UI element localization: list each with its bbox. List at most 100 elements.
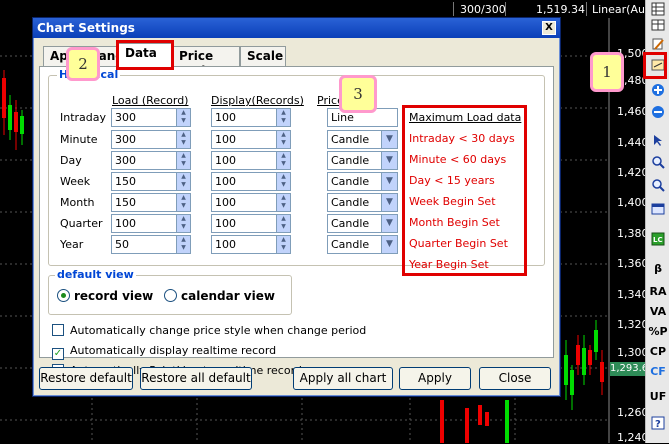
cursor-arrow-icon[interactable] [648, 131, 668, 149]
candle [14, 112, 18, 132]
spinner-icon[interactable]: ▲ ▼ [176, 152, 190, 169]
tab-price-style[interactable]: Price Style [172, 46, 240, 78]
restore-all-default-button[interactable]: Restore all default [140, 367, 252, 390]
magnify-plus-icon[interactable] [648, 153, 668, 171]
data-tab-panel: Historical Load (Record) Display(Records… [39, 66, 554, 377]
max-load-item: Year Begin Set [409, 258, 489, 271]
load-input-minute[interactable]: 300 ▲ ▼ [111, 130, 191, 149]
spinner-icon[interactable]: ▲ ▼ [176, 194, 190, 211]
auto-change-style-checkbox[interactable]: Automatically change price style when ch… [52, 324, 366, 337]
spinner-icon[interactable]: ▲ ▼ [276, 131, 290, 148]
cf-button[interactable]: CF [648, 362, 668, 380]
spinner-icon[interactable]: ▲ ▼ [176, 236, 190, 253]
price-select-quarter[interactable]: Candle ▼ [327, 214, 398, 233]
spinner-icon[interactable]: ▲ ▼ [276, 215, 290, 232]
close-button[interactable]: Close [479, 367, 551, 390]
spinner-icon[interactable]: ▲ ▼ [176, 173, 190, 190]
chevron-down-icon[interactable]: ▼ [381, 236, 397, 253]
candle [8, 105, 12, 130]
record-view-radio[interactable]: record view [57, 289, 153, 303]
calendar-view-radio[interactable]: calendar view [164, 289, 275, 303]
edit-pencil-icon[interactable] [648, 35, 668, 53]
chevron-down-icon[interactable]: ▼ [381, 215, 397, 232]
uf-button[interactable]: UF [648, 387, 668, 405]
callout-3: 3 [339, 75, 377, 113]
display-value: 100 [215, 196, 236, 209]
display-input-minute[interactable]: 100 ▲ ▼ [211, 130, 291, 149]
spinner-icon[interactable]: ▲ ▼ [276, 173, 290, 190]
price-select-day[interactable]: Candle ▼ [327, 151, 398, 170]
cp-button[interactable]: CP [648, 342, 668, 360]
load-input-intraday[interactable]: 300 ▲ ▼ [111, 108, 191, 127]
magnify-minus-icon[interactable] [648, 176, 668, 194]
col-display-header: Display(Records) [211, 94, 304, 107]
apply-all-chart-button[interactable]: Apply all chart [293, 367, 393, 390]
price-axis-label: 1,340 [617, 288, 649, 301]
spinner-icon[interactable]: ▲ ▼ [276, 152, 290, 169]
apply-button[interactable]: Apply [399, 367, 471, 390]
auto-display-realtime-checkbox[interactable]: ✓ Automatically display realtime record [52, 344, 276, 360]
price-value: Candle [331, 133, 370, 146]
load-input-year[interactable]: 50 ▲ ▼ [111, 235, 191, 254]
spinner-icon[interactable]: ▲ ▼ [276, 194, 290, 211]
dialog-titlebar[interactable]: Chart Settings X [33, 18, 560, 38]
price-select-month[interactable]: Candle ▼ [327, 193, 398, 212]
display-input-intraday[interactable]: 100 ▲ ▼ [211, 108, 291, 127]
spinner-icon[interactable]: ▲ ▼ [276, 236, 290, 253]
status-divider [586, 2, 587, 16]
spinner-icon[interactable]: ▲ ▼ [276, 109, 290, 126]
va-button[interactable]: VA [648, 302, 668, 320]
checkbox-empty-icon[interactable] [52, 324, 64, 336]
calendar-view-label: calendar view [181, 289, 275, 303]
spinner-icon[interactable]: ▲ ▼ [176, 131, 190, 148]
candle [594, 330, 598, 352]
price-axis-label: 1,300 [617, 346, 649, 359]
display-input-month[interactable]: 100 ▲ ▼ [211, 193, 291, 212]
price-value: Candle [331, 238, 370, 251]
help-icon[interactable]: ? [648, 414, 668, 432]
beta-button[interactable]: β [648, 259, 668, 277]
price-select-week[interactable]: Candle ▼ [327, 172, 398, 191]
candle [588, 350, 592, 365]
chevron-down-icon[interactable]: ▼ [381, 173, 397, 190]
spinner-icon[interactable]: ▲ ▼ [176, 215, 190, 232]
checkmark-icon[interactable]: ✓ [52, 348, 64, 360]
display-input-day[interactable]: 100 ▲ ▼ [211, 151, 291, 170]
load-input-week[interactable]: 150 ▲ ▼ [111, 172, 191, 191]
candle [570, 370, 574, 395]
current-price-tag: 1,293.6 [610, 362, 649, 376]
tab-scale[interactable]: Scale [240, 46, 286, 66]
load-value: 100 [115, 217, 136, 230]
table-icon[interactable] [648, 16, 668, 34]
display-input-quarter[interactable]: 100 ▲ ▼ [211, 214, 291, 233]
max-load-item: Intraday < 30 days [409, 132, 515, 145]
price-select-minute[interactable]: Candle ▼ [327, 130, 398, 149]
load-input-month[interactable]: 150 ▲ ▼ [111, 193, 191, 212]
ra-button[interactable]: RA [648, 282, 668, 300]
restore-default-button[interactable]: Restore default [39, 367, 133, 390]
spinner-icon[interactable]: ▲ ▼ [176, 109, 190, 126]
radio-empty-icon[interactable] [164, 289, 177, 302]
load-input-day[interactable]: 300 ▲ ▼ [111, 151, 191, 170]
percent-p-button[interactable]: %P [648, 322, 668, 340]
load-input-quarter[interactable]: 100 ▲ ▼ [111, 214, 191, 233]
chevron-down-icon[interactable]: ▼ [381, 131, 397, 148]
chevron-down-icon[interactable]: ▼ [381, 194, 397, 211]
radio-selected-icon[interactable] [57, 289, 70, 302]
zoom-out-minus-icon[interactable] [648, 103, 668, 121]
zoom-in-plus-icon[interactable] [648, 81, 668, 99]
lc-icon[interactable]: LC [648, 230, 668, 248]
close-icon[interactable]: X [542, 21, 556, 35]
record-counter: 300/300 [460, 3, 506, 16]
display-input-year[interactable]: 100 ▲ ▼ [211, 235, 291, 254]
price-select-year[interactable]: Candle ▼ [327, 235, 398, 254]
row-label-week: Week [60, 175, 91, 188]
price-axis-label: 1,420 [617, 166, 649, 179]
window-icon[interactable] [648, 200, 668, 218]
price-axis-label: 1,460 [617, 105, 649, 118]
price-axis-label: 1,440 [617, 136, 649, 149]
max-load-item: Week Begin Set [409, 195, 496, 208]
load-value: 300 [115, 154, 136, 167]
display-input-week[interactable]: 100 ▲ ▼ [211, 172, 291, 191]
chevron-down-icon[interactable]: ▼ [381, 152, 397, 169]
